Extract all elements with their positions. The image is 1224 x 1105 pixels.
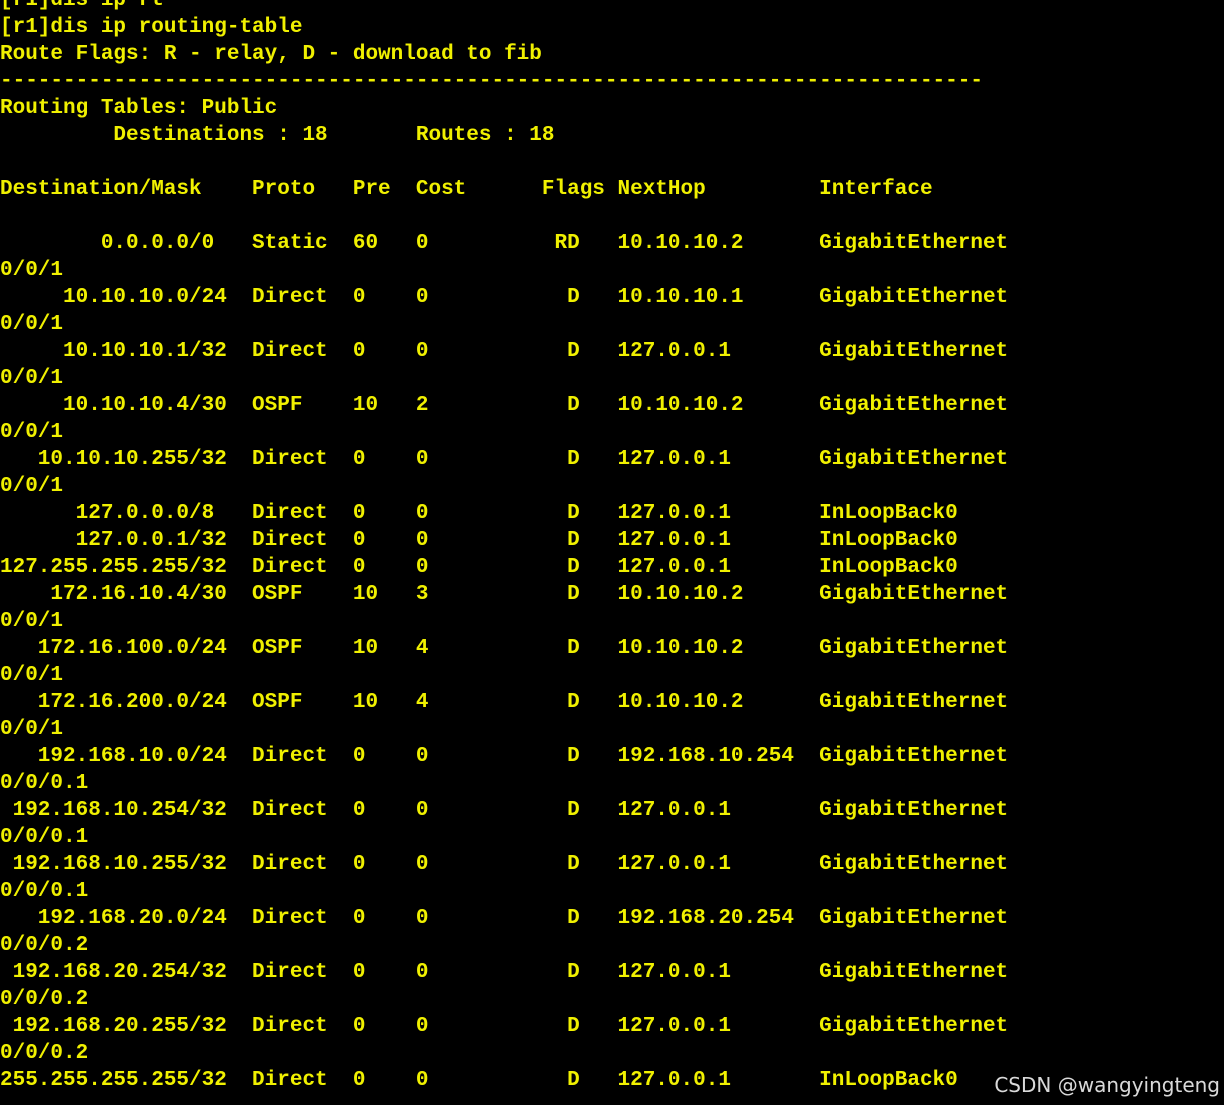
terminal-line: 10.10.10.255/32 Direct 0 0 D 127.0.0.1 G… — [0, 448, 1009, 471]
terminal-line: 0/0/1 — [0, 475, 64, 498]
terminal-line: 172.16.100.0/24 OSPF 10 4 D 10.10.10.2 G… — [0, 637, 1009, 660]
terminal-line: 192.168.20.254/32 Direct 0 0 D 127.0.0.1… — [0, 961, 1009, 984]
terminal-line: 10.10.10.4/30 OSPF 10 2 D 10.10.10.2 Gig… — [0, 394, 1009, 417]
watermark: CSDN @wangyingteng — [994, 1073, 1220, 1097]
terminal-line: 0/0/0.1 — [0, 880, 89, 903]
terminal-line: 0/0/1 — [0, 313, 64, 336]
terminal-line: 0/0/1 — [0, 610, 64, 633]
terminal-line: 192.168.10.254/32 Direct 0 0 D 127.0.0.1… — [0, 799, 1009, 822]
terminal-line: 0/0/1 — [0, 421, 64, 444]
terminal-line: 10.10.10.0/24 Direct 0 0 D 10.10.10.1 Gi… — [0, 286, 1009, 309]
terminal-line: 0/0/1 — [0, 367, 64, 390]
terminal-line: 0/0/0.1 — [0, 772, 89, 795]
terminal-line: 0/0/0.1 — [0, 826, 89, 849]
terminal-line: 172.16.10.4/30 OSPF 10 3 D 10.10.10.2 Gi… — [0, 583, 1009, 606]
terminal-line: 192.168.20.0/24 Direct 0 0 D 192.168.20.… — [0, 907, 1009, 930]
terminal-line: 192.168.20.255/32 Direct 0 0 D 127.0.0.1… — [0, 1015, 1009, 1038]
terminal-line: 192.168.10.0/24 Direct 0 0 D 192.168.10.… — [0, 745, 1009, 768]
terminal-line: 0/0/0.2 — [0, 1042, 89, 1065]
terminal-line: [r1]dis ip routing-table — [0, 16, 303, 39]
terminal-line: 192.168.10.255/32 Direct 0 0 D 127.0.0.1… — [0, 853, 1009, 876]
terminal-line: Destinations : 18 Routes : 18 — [0, 124, 555, 147]
terminal-line: ----------------------------------------… — [0, 70, 983, 93]
terminal-line: 0/0/1 — [0, 664, 64, 687]
terminal-line: Routing Tables: Public — [0, 97, 278, 120]
terminal-line: 0.0.0.0/0 Static 60 0 RD 10.10.10.2 Giga… — [0, 232, 1009, 255]
terminal-line: 0/0/0.2 — [0, 934, 89, 957]
terminal-line: 172.16.200.0/24 OSPF 10 4 D 10.10.10.2 G… — [0, 691, 1009, 714]
terminal-line: 127.0.0.1/32 Direct 0 0 D 127.0.0.1 InLo… — [0, 529, 958, 552]
terminal-line: Destination/Mask Proto Pre Cost Flags Ne… — [0, 178, 933, 201]
terminal-line: 127.0.0.0/8 Direct 0 0 D 127.0.0.1 InLoo… — [0, 502, 958, 525]
terminal-output: [r1]dis ip rt [r1]dis ip routing-table Rou… — [0, 0, 1224, 1105]
terminal-line: 0/0/0.2 — [0, 988, 89, 1011]
terminal-line: Route Flags: R - relay, D - download to … — [0, 43, 542, 66]
terminal-line: 10.10.10.1/32 Direct 0 0 D 127.0.0.1 Gig… — [0, 340, 1009, 363]
terminal-line: [r1]dis ip rt — [0, 0, 164, 12]
terminal-line: 0/0/1 — [0, 259, 64, 282]
terminal-line: 127.255.255.255/32 Direct 0 0 D 127.0.0.… — [0, 556, 958, 579]
terminal-line: 0/0/1 — [0, 718, 64, 741]
